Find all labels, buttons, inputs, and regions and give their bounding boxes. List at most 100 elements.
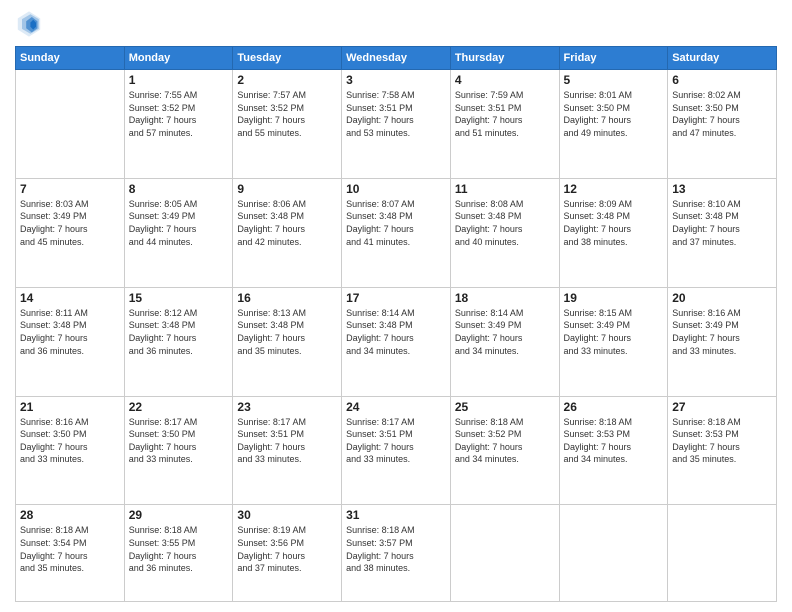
cell-info: Sunrise: 8:18 AM Sunset: 3:52 PM Dayligh… — [455, 416, 555, 466]
day-number: 15 — [129, 291, 229, 305]
calendar-cell: 20 Sunrise: 8:16 AM Sunset: 3:49 PM Dayli… — [668, 287, 777, 396]
day-number: 31 — [346, 508, 446, 522]
day-number: 20 — [672, 291, 772, 305]
calendar-week-row: 21 Sunrise: 8:16 AM Sunset: 3:50 PM Dayli… — [16, 396, 777, 505]
day-number: 26 — [564, 400, 664, 414]
calendar-cell: 31 Sunrise: 8:18 AM Sunset: 3:57 PM Dayli… — [342, 505, 451, 602]
cell-info: Sunrise: 8:11 AM Sunset: 3:48 PM Dayligh… — [20, 307, 120, 357]
cell-info: Sunrise: 8:14 AM Sunset: 3:49 PM Dayligh… — [455, 307, 555, 357]
calendar-cell — [668, 505, 777, 602]
cell-info: Sunrise: 8:16 AM Sunset: 3:50 PM Dayligh… — [20, 416, 120, 466]
cell-info: Sunrise: 8:17 AM Sunset: 3:51 PM Dayligh… — [346, 416, 446, 466]
calendar-cell: 26 Sunrise: 8:18 AM Sunset: 3:53 PM Dayli… — [559, 396, 668, 505]
calendar-cell: 11 Sunrise: 8:08 AM Sunset: 3:48 PM Dayli… — [450, 178, 559, 287]
calendar-cell: 21 Sunrise: 8:16 AM Sunset: 3:50 PM Dayli… — [16, 396, 125, 505]
calendar-cell: 10 Sunrise: 8:07 AM Sunset: 3:48 PM Dayli… — [342, 178, 451, 287]
day-number: 11 — [455, 182, 555, 196]
cell-info: Sunrise: 7:58 AM Sunset: 3:51 PM Dayligh… — [346, 89, 446, 139]
cell-info: Sunrise: 8:13 AM Sunset: 3:48 PM Dayligh… — [237, 307, 337, 357]
cell-info: Sunrise: 8:06 AM Sunset: 3:48 PM Dayligh… — [237, 198, 337, 248]
calendar-cell: 4Sunrise: 7:59 AM Sunset: 3:51 PM Daylig… — [450, 70, 559, 179]
calendar-cell: 23 Sunrise: 8:17 AM Sunset: 3:51 PM Dayli… — [233, 396, 342, 505]
calendar-day-header: Saturday — [668, 47, 777, 70]
day-number: 3 — [346, 73, 446, 87]
cell-info: Sunrise: 8:17 AM Sunset: 3:51 PM Dayligh… — [237, 416, 337, 466]
calendar-week-row: 7Sunrise: 8:03 AM Sunset: 3:49 PM Daylig… — [16, 178, 777, 287]
day-number: 23 — [237, 400, 337, 414]
day-number: 28 — [20, 508, 120, 522]
day-number: 9 — [237, 182, 337, 196]
day-number: 12 — [564, 182, 664, 196]
calendar-cell — [450, 505, 559, 602]
day-number: 8 — [129, 182, 229, 196]
cell-info: Sunrise: 8:12 AM Sunset: 3:48 PM Dayligh… — [129, 307, 229, 357]
logo-icon — [15, 10, 43, 38]
calendar-day-header: Monday — [124, 47, 233, 70]
calendar-week-row: 14 Sunrise: 8:11 AM Sunset: 3:48 PM Dayli… — [16, 287, 777, 396]
day-number: 22 — [129, 400, 229, 414]
calendar-cell: 9 Sunrise: 8:06 AM Sunset: 3:48 PM Daylig… — [233, 178, 342, 287]
day-number: 7 — [20, 182, 120, 196]
cell-info: Sunrise: 8:07 AM Sunset: 3:48 PM Dayligh… — [346, 198, 446, 248]
logo — [15, 10, 47, 38]
calendar-cell: 22 Sunrise: 8:17 AM Sunset: 3:50 PM Dayli… — [124, 396, 233, 505]
day-number: 5 — [564, 73, 664, 87]
day-number: 14 — [20, 291, 120, 305]
cell-info: Sunrise: 8:08 AM Sunset: 3:48 PM Dayligh… — [455, 198, 555, 248]
cell-info: Sunrise: 8:17 AM Sunset: 3:50 PM Dayligh… — [129, 416, 229, 466]
calendar-cell: 30 Sunrise: 8:19 AM Sunset: 3:56 PM Dayli… — [233, 505, 342, 602]
calendar-day-header: Thursday — [450, 47, 559, 70]
calendar-cell: 6 Sunrise: 8:02 AM Sunset: 3:50 PM Daylig… — [668, 70, 777, 179]
calendar-cell: 16 Sunrise: 8:13 AM Sunset: 3:48 PM Dayli… — [233, 287, 342, 396]
day-number: 13 — [672, 182, 772, 196]
cell-info: Sunrise: 8:14 AM Sunset: 3:48 PM Dayligh… — [346, 307, 446, 357]
calendar-day-header: Sunday — [16, 47, 125, 70]
header — [15, 10, 777, 38]
day-number: 19 — [564, 291, 664, 305]
calendar-cell: 2 Sunrise: 7:57 AM Sunset: 3:52 PM Daylig… — [233, 70, 342, 179]
day-number: 18 — [455, 291, 555, 305]
calendar-cell: 12 Sunrise: 8:09 AM Sunset: 3:48 PM Dayli… — [559, 178, 668, 287]
calendar-cell: 14 Sunrise: 8:11 AM Sunset: 3:48 PM Dayli… — [16, 287, 125, 396]
cell-info: Sunrise: 8:01 AM Sunset: 3:50 PM Dayligh… — [564, 89, 664, 139]
day-number: 21 — [20, 400, 120, 414]
day-number: 30 — [237, 508, 337, 522]
calendar-cell: 18 Sunrise: 8:14 AM Sunset: 3:49 PM Dayli… — [450, 287, 559, 396]
cell-info: Sunrise: 8:18 AM Sunset: 3:53 PM Dayligh… — [672, 416, 772, 466]
day-number: 16 — [237, 291, 337, 305]
calendar-week-row: 1 Sunrise: 7:55 AM Sunset: 3:52 PM Daylig… — [16, 70, 777, 179]
calendar-cell: 8 Sunrise: 8:05 AM Sunset: 3:49 PM Daylig… — [124, 178, 233, 287]
day-number: 6 — [672, 73, 772, 87]
calendar-cell: 27 Sunrise: 8:18 AM Sunset: 3:53 PM Dayli… — [668, 396, 777, 505]
day-number: 4 — [455, 73, 555, 87]
cell-info: Sunrise: 8:09 AM Sunset: 3:48 PM Dayligh… — [564, 198, 664, 248]
cell-info: Sunrise: 8:18 AM Sunset: 3:54 PM Dayligh… — [20, 524, 120, 574]
calendar-cell — [16, 70, 125, 179]
calendar-cell: 29 Sunrise: 8:18 AM Sunset: 3:55 PM Dayli… — [124, 505, 233, 602]
calendar-cell: 13Sunrise: 8:10 AM Sunset: 3:48 PM Dayli… — [668, 178, 777, 287]
day-number: 27 — [672, 400, 772, 414]
day-number: 10 — [346, 182, 446, 196]
cell-info: Sunrise: 8:02 AM Sunset: 3:50 PM Dayligh… — [672, 89, 772, 139]
cell-info: Sunrise: 8:15 AM Sunset: 3:49 PM Dayligh… — [564, 307, 664, 357]
calendar-cell: 5 Sunrise: 8:01 AM Sunset: 3:50 PM Daylig… — [559, 70, 668, 179]
calendar-cell: 24 Sunrise: 8:17 AM Sunset: 3:51 PM Dayli… — [342, 396, 451, 505]
cell-info: Sunrise: 7:57 AM Sunset: 3:52 PM Dayligh… — [237, 89, 337, 139]
cell-info: Sunrise: 8:19 AM Sunset: 3:56 PM Dayligh… — [237, 524, 337, 574]
day-number: 29 — [129, 508, 229, 522]
day-number: 24 — [346, 400, 446, 414]
calendar-cell: 28 Sunrise: 8:18 AM Sunset: 3:54 PM Dayli… — [16, 505, 125, 602]
calendar-cell: 1 Sunrise: 7:55 AM Sunset: 3:52 PM Daylig… — [124, 70, 233, 179]
cell-info: Sunrise: 8:05 AM Sunset: 3:49 PM Dayligh… — [129, 198, 229, 248]
calendar-cell: 25Sunrise: 8:18 AM Sunset: 3:52 PM Dayli… — [450, 396, 559, 505]
cell-info: Sunrise: 7:55 AM Sunset: 3:52 PM Dayligh… — [129, 89, 229, 139]
cell-info: Sunrise: 8:16 AM Sunset: 3:49 PM Dayligh… — [672, 307, 772, 357]
calendar-table: SundayMondayTuesdayWednesdayThursdayFrid… — [15, 46, 777, 602]
cell-info: Sunrise: 8:18 AM Sunset: 3:53 PM Dayligh… — [564, 416, 664, 466]
cell-info: Sunrise: 8:18 AM Sunset: 3:57 PM Dayligh… — [346, 524, 446, 574]
calendar-day-header: Tuesday — [233, 47, 342, 70]
cell-info: Sunrise: 8:18 AM Sunset: 3:55 PM Dayligh… — [129, 524, 229, 574]
day-number: 2 — [237, 73, 337, 87]
day-number: 1 — [129, 73, 229, 87]
calendar-day-header: Friday — [559, 47, 668, 70]
